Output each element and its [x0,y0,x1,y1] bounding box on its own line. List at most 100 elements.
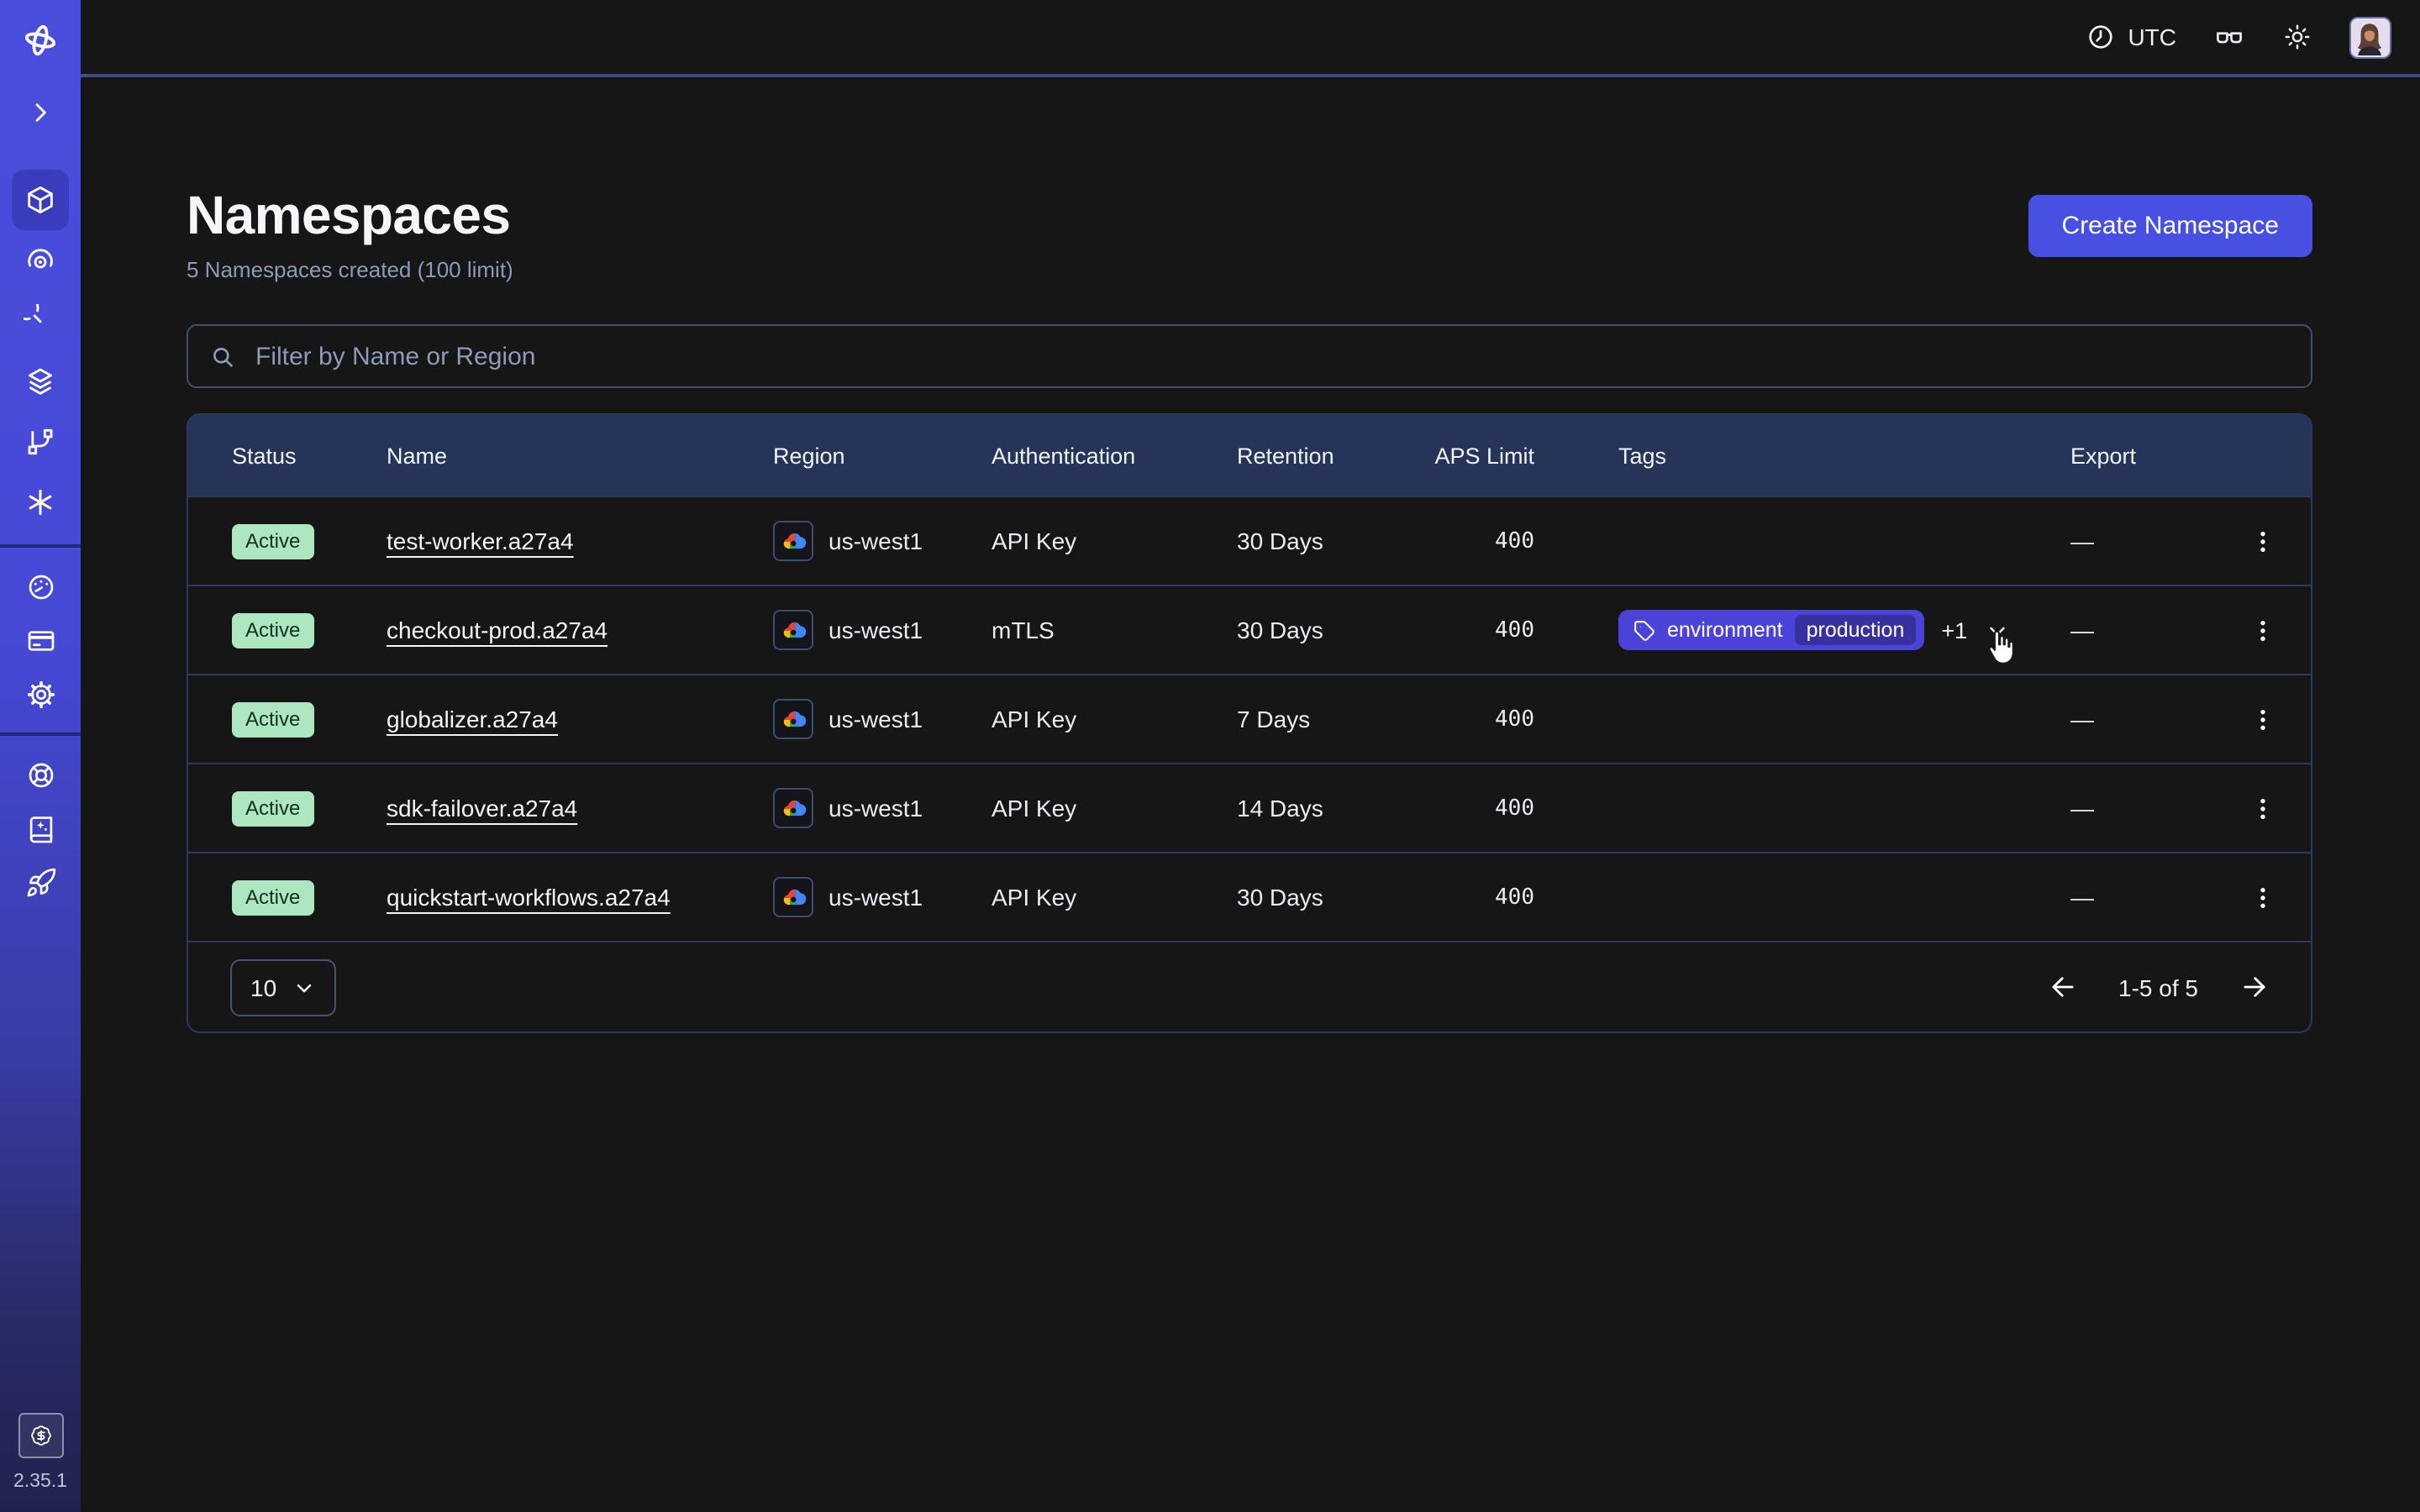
sidebar-item-support lifebuoy-icon[interactable] [12,748,69,801]
sidebar-item-docs book-sparkles-icon[interactable] [12,801,69,855]
filter-bar [187,324,2312,388]
tag-value: production [1795,615,1917,645]
app-version: 2.35.1 [13,1472,67,1492]
sidebar-item iris-icon[interactable] [12,230,69,291]
sidebar-item-namespaces cube-icon[interactable] [12,170,69,230]
tags-overflow-count: +1 [1941,617,1967,643]
auth-value: API Key [992,706,1237,732]
auth-value: API Key [992,528,1237,554]
sidebar-item timer-icon[interactable] [12,291,69,351]
theme-toggle sun-icon[interactable] [2282,22,2312,52]
export-value: — [2070,617,2212,643]
row-menu-button kebab-icon[interactable] [2212,616,2312,644]
main-content: Namespaces 5 Namespaces created (100 lim… [81,81,2420,1512]
sidebar-item-billing credit-card-icon[interactable] [12,613,69,667]
timezone-label: UTC [2128,24,2176,50]
col-header-export: Export [2070,443,2212,468]
retention-value: 30 Days [1237,884,1432,911]
tag-pill[interactable]: environment production [1618,610,1924,650]
row-menu-button kebab-icon[interactable] [2212,883,2312,911]
sidebar-expand-chevron-right-icon[interactable] [12,82,69,143]
temporal-logo-icon [20,20,60,60]
clock-icon [2086,22,2116,52]
status-badge: Active [232,790,313,826]
gcp-cloud-icon [773,610,813,650]
auth-value: API Key [992,884,1237,911]
create-namespace-button[interactable]: Create Namespace [2028,195,2312,257]
labs-toggle glasses-icon[interactable] [2213,21,2245,53]
pagination-range: 1-5 of 5 [2118,974,2198,1000]
auth-value: mTLS [992,617,1237,643]
table-footer: 10 1-5 of 5 [188,941,2311,1032]
aps-limit-value: 400 [1432,795,1618,821]
namespace-link[interactable]: sdk-failover.a27a4 [387,795,577,822]
gcp-cloud-icon [773,788,813,828]
table-row: Active checkout-prod.a27a4 us-west1 mTLS… [188,585,2311,674]
topbar: UTC [81,0,2420,77]
aps-limit-value: 400 [1432,617,1618,643]
export-value: — [2070,795,2212,822]
chevron-down-icon [292,975,315,999]
gcp-cloud-icon [773,699,813,739]
sidebar: 2.35.1 [0,0,81,1512]
row-menu-button kebab-icon[interactable] [2212,705,2312,733]
table-row: Active globalizer.a27a4 us-west1 API Key… [188,674,2311,763]
sidebar-item layers-icon[interactable] [12,351,69,412]
col-header-aps-limit: APS Limit [1432,443,1618,468]
search-icon [208,342,237,370]
prev-page-button arrow-left-icon[interactable] [2046,971,2078,1003]
aps-limit-value: 400 [1432,528,1618,554]
gcp-cloud-icon [773,877,813,917]
tag-icon [1634,619,1655,641]
sidebar-item asterisk-icon[interactable] [12,472,69,533]
plan-button badge-dollar-icon[interactable] [18,1413,63,1458]
table-row: Active sdk-failover.a27a4 us-west1 API K… [188,763,2311,852]
status-badge: Active [232,701,313,737]
table-row: Active quickstart-workflows.a27a4 us-wes… [188,852,2311,941]
tags-cell: environment production +1 [1618,610,2070,650]
auth-value: API Key [992,795,1237,822]
export-value: — [2070,528,2212,554]
user-avatar[interactable] [2349,16,2391,58]
col-header-status: Status [188,443,387,468]
retention-value: 14 Days [1237,795,1432,822]
export-value: — [2070,706,2212,732]
status-badge: Active [232,879,313,915]
sidebar-item branch-icon[interactable] [12,412,69,472]
col-header-region: Region [773,443,992,468]
col-header-authentication: Authentication [992,443,1237,468]
sidebar-item-settings gear-icon[interactable] [12,667,69,721]
tag-key: environment [1667,618,1783,642]
status-badge: Active [232,612,313,648]
namespaces-table: Status Name Region Authentication Retent… [187,413,2312,1033]
gcp-cloud-icon [773,521,813,561]
namespace-link[interactable]: test-worker.a27a4 [387,528,574,554]
timezone-selector[interactable]: UTC [2086,22,2176,52]
sidebar-divider [0,732,81,736]
namespace-link[interactable]: globalizer.a27a4 [387,706,558,732]
sidebar-item-usage gauge-icon[interactable] [12,559,69,613]
tags-expand chevron-down-icon[interactable] [1984,617,2009,643]
page-size-value: 10 [250,974,276,1000]
row-menu-button kebab-icon[interactable] [2212,794,2312,822]
aps-limit-value: 400 [1432,706,1618,732]
region-label: us-west1 [829,795,923,822]
status-badge: Active [232,523,313,559]
table-header-row: Status Name Region Authentication Retent… [188,415,2311,496]
next-page-button arrow-right-icon[interactable] [2238,971,2270,1003]
page-size-select[interactable]: 10 [230,958,335,1016]
table-row: Active test-worker.a27a4 us-west1 API Ke… [188,496,2311,585]
sidebar-item-get-started rocket-icon[interactable] [12,855,69,909]
row-menu-button kebab-icon[interactable] [2212,527,2312,555]
region-label: us-west1 [829,528,923,554]
page-subtitle: 5 Namespaces created (100 limit) [187,255,513,286]
col-header-tags: Tags [1618,443,2070,468]
export-value: — [2070,884,2212,911]
retention-value: 30 Days [1237,617,1432,643]
app-root: 2.35.1 UTC [0,0,2420,1512]
namespace-link[interactable]: quickstart-workflows.a27a4 [387,884,671,911]
region-label: us-west1 [829,706,923,732]
filter-input[interactable] [252,340,2291,372]
page-title: Namespaces [187,183,513,247]
namespace-link[interactable]: checkout-prod.a27a4 [387,617,608,643]
